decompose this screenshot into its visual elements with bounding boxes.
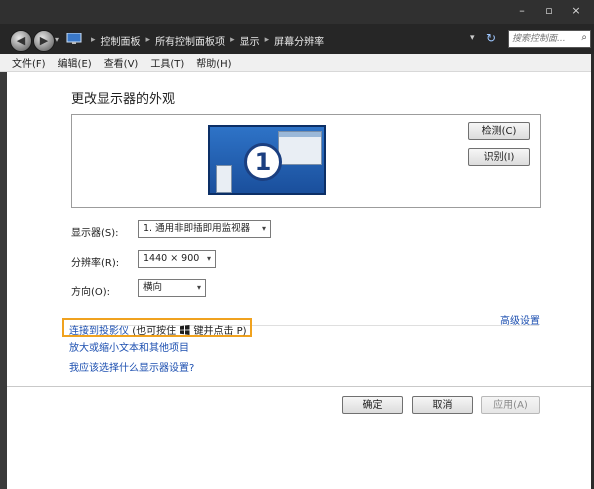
- connect-projector-row: 连接到投影仪 (也可按住 键并点击 P): [69, 322, 247, 337]
- close-button[interactable]: ×: [564, 2, 588, 20]
- display-select-value: 1. 通用非即插即用监视器: [143, 223, 251, 234]
- connect-projector-link[interactable]: 连接到投影仪: [69, 326, 129, 337]
- address-bar: ◀ ▶ ▾ ▸ 控制面板 ▸ 所有控制面板项 ▸ 显示 ▸ 屏幕分辨率 ▾ ↻ …: [0, 24, 594, 54]
- search-input[interactable]: [512, 32, 576, 46]
- resolution-label: 分辨率(R):: [71, 258, 120, 269]
- menu-edit[interactable]: 编辑(E): [58, 55, 92, 70]
- recent-pages-dropdown[interactable]: ▾: [55, 35, 59, 44]
- search-box: ⌕: [508, 30, 591, 48]
- resolution-select[interactable]: 1440 × 900 ▾: [138, 250, 216, 268]
- breadcrumb-separator: ▸: [91, 35, 96, 45]
- projector-hint-suffix: 键并点击 P): [193, 326, 247, 337]
- search-icon[interactable]: ⌕: [581, 32, 587, 43]
- projector-hint-prefix: (也可按住: [132, 326, 177, 337]
- identify-button[interactable]: 识别(I): [468, 148, 530, 166]
- text-size-link[interactable]: 放大或缩小文本和其他项目: [69, 339, 189, 354]
- back-button[interactable]: ◀: [10, 30, 32, 52]
- display-label: 显示器(S):: [71, 228, 119, 239]
- display-select[interactable]: 1. 通用非即插即用监视器 ▾: [138, 220, 271, 238]
- menu-tools[interactable]: 工具(T): [150, 55, 184, 70]
- address-history-dropdown[interactable]: ▾: [470, 33, 475, 43]
- display-preview: 1 检测(C) 识别(I): [71, 114, 541, 208]
- cancel-button[interactable]: 取消: [412, 396, 473, 414]
- breadcrumb-separator: ▸: [145, 35, 151, 45]
- display-settings-help-link[interactable]: 我应该选择什么显示器设置?: [69, 359, 194, 374]
- minimize-button[interactable]: –: [510, 2, 534, 20]
- window-thumbnail-icon: [216, 165, 232, 193]
- monitor-number-badge: 1: [244, 143, 282, 181]
- breadcrumb-separator: ▸: [264, 35, 270, 45]
- breadcrumb-control-panel[interactable]: 控制面板: [101, 33, 141, 48]
- chevron-down-icon: ▾: [196, 283, 201, 292]
- orientation-select-value: 横向: [143, 282, 163, 293]
- ok-button[interactable]: 确定: [342, 396, 403, 414]
- chevron-down-icon: ▾: [261, 224, 266, 233]
- back-icon: ◀: [16, 34, 26, 47]
- apply-button[interactable]: 应用(A): [481, 396, 540, 414]
- title-bar: – ▫ ×: [0, 0, 594, 24]
- breadcrumb-separator: ▸: [230, 35, 235, 45]
- detect-button[interactable]: 检测(C): [468, 122, 530, 140]
- window-thumbnail-icon: [278, 131, 322, 165]
- page-title: 更改显示器的外观: [71, 92, 176, 107]
- footer-divider: [7, 386, 591, 387]
- breadcrumb-screen-resolution[interactable]: 屏幕分辨率: [274, 33, 324, 48]
- menu-bar: 文件(F) 编辑(E) 查看(V) 工具(T) 帮助(H): [0, 54, 594, 72]
- breadcrumb-all-items[interactable]: 所有控制面板项: [155, 33, 225, 48]
- forward-button[interactable]: ▶: [33, 30, 55, 52]
- breadcrumb: ▸ 控制面板 ▸ 所有控制面板项 ▸ 显示 ▸ 屏幕分辨率: [86, 33, 324, 48]
- breadcrumb-display[interactable]: 显示: [240, 33, 260, 48]
- refresh-icon[interactable]: ↻: [486, 31, 496, 45]
- menu-help[interactable]: 帮助(H): [196, 55, 231, 70]
- windows-logo-icon: [180, 325, 190, 335]
- chevron-down-icon: ▾: [206, 254, 211, 263]
- main-content: 更改显示器的外观 1 检测(C) 识别(I) 显示器(S): 1. 通用非即插即…: [7, 72, 591, 489]
- orientation-select[interactable]: 横向 ▾: [138, 279, 206, 297]
- maximize-button[interactable]: ▫: [537, 2, 561, 20]
- forward-icon: ▶: [39, 34, 49, 47]
- resolution-select-value: 1440 × 900: [143, 253, 200, 264]
- menu-file[interactable]: 文件(F): [12, 55, 46, 70]
- orientation-label: 方向(O):: [71, 287, 111, 298]
- monitor-1-preview[interactable]: 1: [208, 125, 326, 195]
- menu-view[interactable]: 查看(V): [104, 55, 139, 70]
- control-panel-icon: [66, 33, 82, 44]
